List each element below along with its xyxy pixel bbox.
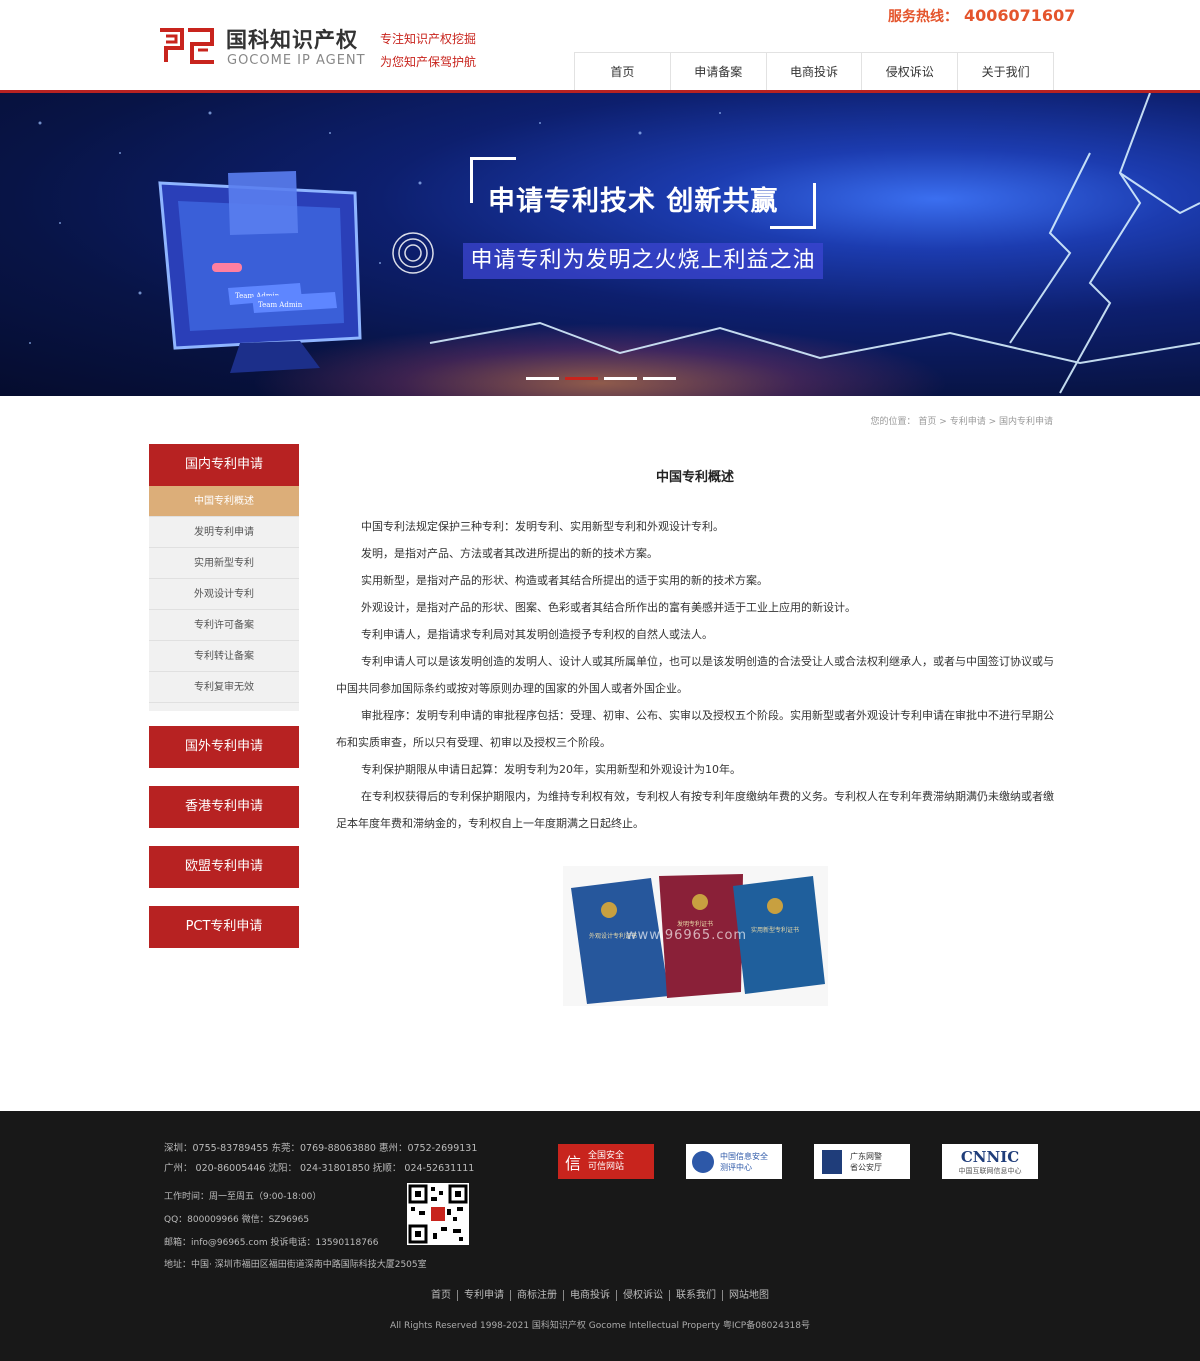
footer-link-contact[interactable]: 联系我们 [670,1290,723,1301]
security-seal-icon [692,1150,714,1173]
footer-hours: 工作时间：周一至周五（9:00-18:00） [164,1192,322,1202]
hotline: 服务热线： 4006071607 [888,6,1075,26]
slogan-line-2: 为您知产保驾护航 [380,55,477,69]
badge-security-evaluation[interactable]: 中国信息安全 测评中心 [686,1144,782,1179]
carousel-dot-1[interactable] [526,377,559,380]
sidebar-title-hongkong[interactable]: 香港专利申请 [149,786,299,828]
hotline-label: 服务热线： [888,9,958,25]
sidebar-item-utility-model[interactable]: 实用新型专利 [149,548,299,579]
footer-copyright: All Rights Reserved 1998-2021 国科知识产权 Goc… [389,1321,811,1331]
main-nav: 首页 申请备案 电商投诉 侵权诉讼 关于我们 [574,52,1054,90]
article-body: 中国专利法规定保护三种专利：发明专利、实用新型专利和外观设计专利。 发明，是指对… [336,513,1054,837]
badge-cnnic-logo: CNNIC [960,1147,1020,1166]
police-badge-icon [822,1149,842,1174]
logo-icon[interactable] [158,26,216,66]
footer-contact-im: QQ：800009966 微信：SZ96965 [164,1215,310,1225]
nav-application[interactable]: 申请备案 [671,53,767,90]
site-header: 国科知识产权 GOCOME IP AGENT 专注知识产权挖掘 为您知产保驾护航… [0,0,1200,90]
hero-banner[interactable]: Team Admin Team Admin 申请专利技术 创新共赢 申请专利为发… [0,93,1200,396]
article-paragraph: 专利申请人，是指请求专利局对其发明创造授予专利权的自然人或法人。 [361,628,713,641]
banner-card-2: Team Admin [258,301,303,309]
article-title: 中国专利概述 [655,470,734,485]
nav-about[interactable]: 关于我们 [958,53,1053,90]
footer-links: 首页 专利申请 商标注册 电商投诉 侵权诉讼 联系我们 网站地图 [0,1286,1200,1301]
badge-trusted-line1: 全国安全 [588,1150,625,1161]
article-paragraph: 中国专利法规定保护三种专利：发明专利、实用新型专利和外观设计专利。 [361,520,724,533]
footer-phones-1: 深圳：0755-83789455 东莞：0769-88063880 惠州：075… [164,1143,478,1154]
badge-security-line1: 中国信息安全 [720,1151,768,1161]
sidebar-item-design[interactable]: 外观设计专利 [149,579,299,610]
article-paragraph: 在专利权获得后的专利保护期限内，为维持专利权有效，专利权人有按专利年度缴纳年费的… [336,790,1054,830]
article-paragraph: 专利申请人可以是该发明创造的发明人、设计人或其所属单位，也可以是该发明创造的合法… [336,655,1054,695]
article-paragraph: 发明，是指对产品、方法或者其改进所提出的新的技术方案。 [361,547,658,560]
badge-trusted-site[interactable]: 信 全国安全 可信网站 [558,1144,654,1179]
sidebar-submenu: 中国专利概述 发明专利申请 实用新型专利 外观设计专利 专利许可备案 专利转让备… [149,486,299,711]
breadcrumb-current[interactable]: 国内专利申请 [999,417,1053,427]
breadcrumb: 您的位置： 首页 > 专利申请 > 国内专利申请 [870,417,1054,427]
banner-subtitle: 申请专利为发明之火烧上利益之油 [463,243,823,279]
sidebar-title-eu[interactable]: 欧盟专利申请 [149,846,299,888]
slogan: 专注知识产权挖掘 为您知产保驾护航 [380,28,476,74]
footer-link-ecommerce[interactable]: 电商投诉 [564,1290,617,1301]
footer-link-sitemap[interactable]: 网站地图 [723,1290,775,1301]
trusted-site-icon: 信 [564,1153,581,1173]
footer-link-patent[interactable]: 专利申请 [458,1290,511,1301]
sidebar-item-license[interactable]: 专利许可备案 [149,610,299,641]
sidebar-item-transfer[interactable]: 专利转让备案 [149,641,299,672]
banner-title: 申请专利技术 创新共赢 [488,186,779,217]
badge-police[interactable]: 广东网警 省公安厅 [814,1144,910,1179]
carousel-dot-2[interactable] [565,377,598,380]
nav-litigation[interactable]: 侵权诉讼 [862,53,959,90]
nav-home[interactable]: 首页 [575,53,671,90]
breadcrumb-patent[interactable]: 专利申请 [950,417,986,427]
sidebar-title-pct[interactable]: PCT专利申请 [149,906,299,948]
footer-phones-2: 广州： 020-86005446 沈阳： 024-31801850 抚顺： 02… [164,1163,475,1174]
carousel-dot-3[interactable] [604,377,637,380]
breadcrumb-prefix: 您的位置： [870,417,916,427]
fingerprint-icon [392,232,434,274]
monitor-icon: Team Admin Team Admin [158,171,362,373]
slogan-line-1: 专注知识产权挖掘 [380,32,477,46]
article-paragraph: 实用新型，是指对产品的形状、构造或者其结合所提出的适于实用的新的技术方案。 [361,574,768,587]
badge-cnnic[interactable]: CNNIC 中国互联网信息中心 [942,1144,1038,1179]
hotline-number: 4006071607 [964,6,1076,25]
watermark-text: www.96965.com [626,928,748,943]
badge-police-line1: 广东网警 [850,1151,882,1161]
article-paragraph: 审批程序：发明专利申请的审批程序包括：受理、初审、公布、实审以及授权五个阶段。实… [336,709,1054,749]
logo-text-cn[interactable]: 国科知识产权 [226,24,358,54]
carousel-dot-4[interactable] [643,377,676,380]
cert-label-utility: 实用新型专利证书 [751,926,799,934]
carousel-indicators [526,377,676,380]
badge-trusted-line2: 可信网站 [588,1161,625,1172]
sidebar-title-domestic[interactable]: 国内专利申请 [149,444,299,486]
article-paragraph: 专利保护期限从申请日起算：发明专利为20年，实用新型和外观设计为10年。 [361,763,741,776]
sidebar-title-foreign[interactable]: 国外专利申请 [149,726,299,768]
sidebar-item-invention[interactable]: 发明专利申请 [149,517,299,548]
footer-email: 邮箱：info@96965.com 投诉电话：13590118766 [164,1238,379,1248]
qr-code-icon [407,1183,469,1245]
article-paragraph: 外观设计，是指对产品的形状、图案、色彩或者其结合所作出的富有美感并适于工业上应用… [361,601,856,614]
breadcrumb-home[interactable]: 首页 [918,417,936,427]
footer-link-trademark[interactable]: 商标注册 [511,1290,564,1301]
sidebar-item-reexamination[interactable]: 专利复审无效 [149,672,299,703]
badge-police-line2: 省公安厅 [850,1162,882,1172]
logo-text-en: GOCOME IP AGENT [227,53,366,68]
cert-label-invention: 发明专利证书 [677,920,713,928]
footer-address: 地址：中国· 深圳市福田区福田街道深南中路国际科技大厦2505室 [164,1260,427,1270]
footer-link-home[interactable]: 首页 [425,1290,458,1301]
nav-ecommerce-complaint[interactable]: 电商投诉 [767,53,863,90]
sidebar-item-overview[interactable]: 中国专利概述 [149,486,299,517]
badge-cnnic-caption: 中国互联网信息中心 [958,1166,1022,1175]
badge-security-line2: 测评中心 [720,1162,752,1172]
footer-link-litigation[interactable]: 侵权诉讼 [617,1290,670,1301]
